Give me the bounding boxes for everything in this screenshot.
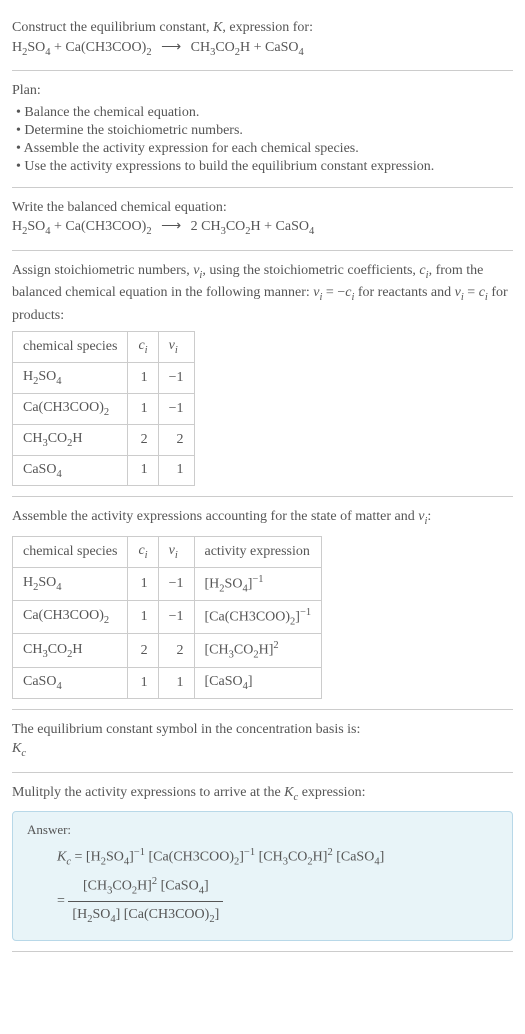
plan-bullet: • Balance the chemical equation. [16, 105, 513, 121]
table-row: CaSO4 1 1 [13, 455, 195, 486]
table-row: Ca(CH3COO)2 1 −1 [13, 393, 195, 424]
balanced-section: Write the balanced chemical equation: H2… [12, 188, 513, 251]
col-c: ci [128, 332, 158, 363]
col-nu: νi [158, 536, 194, 567]
table-row: H2SO4 1 −1 [H2SO4]−1 [13, 567, 322, 600]
col-nu: νi [158, 332, 194, 363]
plan-title: Plan: [12, 81, 513, 101]
balanced-title: Write the balanced chemical equation: [12, 198, 513, 218]
symbol-section: The equilibrium constant symbol in the c… [12, 710, 513, 773]
fraction: [CH3CO2H]2 [CaSO4] [H2SO4] [Ca(CH3COO)2] [68, 873, 223, 930]
col-activity: activity expression [194, 536, 322, 567]
prompt-section: Construct the equilibrium constant, K, e… [12, 8, 513, 71]
table-header-row: chemical species ci νi [13, 332, 195, 363]
table-row: CH3CO2H 2 2 [CH3CO2H]2 [13, 634, 322, 667]
col-species: chemical species [13, 536, 128, 567]
symbol-text: The equilibrium constant symbol in the c… [12, 720, 513, 740]
plan-bullet: • Assemble the activity expression for e… [16, 141, 513, 157]
activity-section: Assemble the activity expressions accoun… [12, 497, 513, 709]
answer-line2: = [CH3CO2H]2 [CaSO4] [H2SO4] [Ca(CH3COO)… [27, 873, 498, 930]
arrow-icon: ⟶ [155, 40, 187, 55]
symbol-kc: Kc [12, 739, 513, 761]
multiply-section: Mulitply the activity expressions to arr… [12, 773, 513, 952]
col-c: ci [128, 536, 158, 567]
table-row: CH3CO2H 2 2 [13, 424, 195, 455]
col-species: chemical species [13, 332, 128, 363]
multiply-text: Mulitply the activity expressions to arr… [12, 783, 513, 805]
answer-box: Answer: Kc = [H2SO4]−1 [Ca(CH3COO)2]−1 [… [12, 811, 513, 940]
activity-table: chemical species ci νi activity expressi… [12, 536, 322, 699]
plan-bullets: • Balance the chemical equation. • Deter… [12, 105, 513, 175]
table-row: CaSO4 1 1 [CaSO4] [13, 667, 322, 698]
answer-line1: Kc = [H2SO4]−1 [Ca(CH3COO)2]−1 [CH3CO2H]… [27, 844, 498, 872]
table-row: H2SO4 1 −1 [13, 363, 195, 394]
stoich-table: chemical species ci νi H2SO4 1 −1 Ca(CH3… [12, 331, 195, 486]
activity-text: Assemble the activity expressions accoun… [12, 507, 513, 529]
prompt-text: Construct the equilibrium constant, K, e… [12, 18, 513, 38]
unbalanced-equation: H2SO4 + Ca(CH3COO)2 ⟶ CH3CO2H + CaSO4 [12, 38, 513, 60]
plan-bullet: • Use the activity expressions to build … [16, 159, 513, 175]
balanced-equation: H2SO4 + Ca(CH3COO)2 ⟶ 2 CH3CO2H + CaSO4 [12, 217, 513, 239]
table-row: Ca(CH3COO)2 1 −1 [Ca(CH3COO)2]−1 [13, 601, 322, 634]
arrow-icon: ⟶ [155, 219, 187, 234]
plan-section: Plan: • Balance the chemical equation. •… [12, 71, 513, 188]
stoich-text: Assign stoichiometric numbers, νi, using… [12, 261, 513, 326]
table-header-row: chemical species ci νi activity expressi… [13, 536, 322, 567]
answer-label: Answer: [27, 822, 498, 838]
plan-bullet: • Determine the stoichiometric numbers. [16, 123, 513, 139]
stoich-section: Assign stoichiometric numbers, νi, using… [12, 251, 513, 498]
